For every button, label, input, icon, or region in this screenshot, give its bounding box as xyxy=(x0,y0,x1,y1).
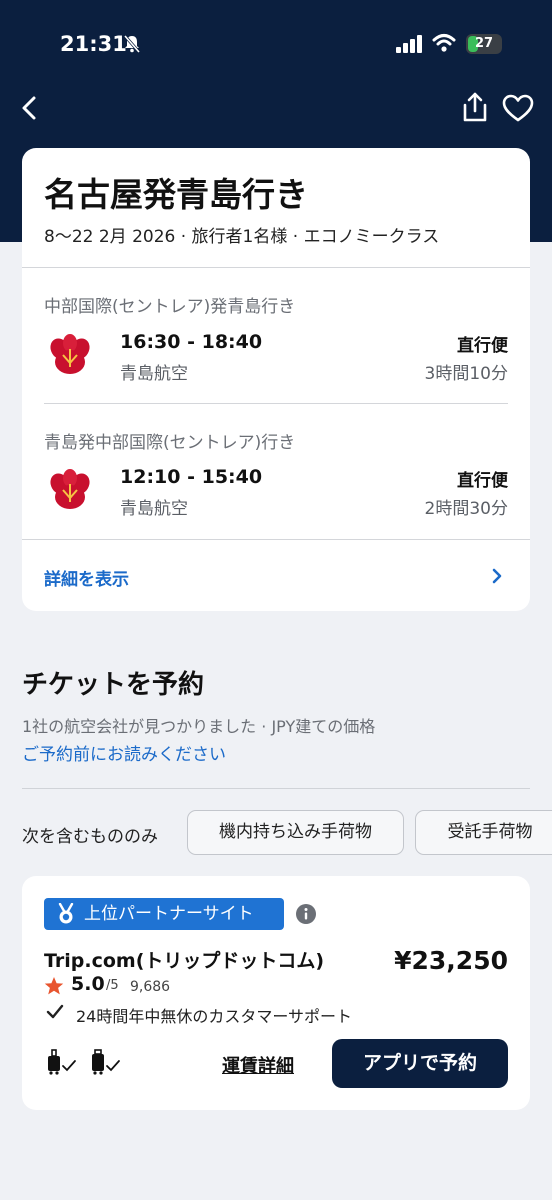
filter-chip-checked-baggage[interactable]: 受託手荷物 xyxy=(415,810,552,855)
chevron-right-icon[interactable] xyxy=(490,567,504,585)
status-bar: 21:31 27 xyxy=(0,0,552,80)
divider xyxy=(22,539,530,540)
divider xyxy=(22,267,530,268)
cellular-signal-icon xyxy=(396,35,422,53)
wifi-icon xyxy=(432,34,456,52)
airline-logo-icon xyxy=(50,469,90,509)
return-duration: 2時間30分 xyxy=(424,499,508,519)
price: ¥23,250 xyxy=(394,946,508,975)
medal-icon xyxy=(58,903,74,924)
fare-details-link[interactable]: 運賃詳細 xyxy=(222,1052,294,1078)
top-partner-label: 上位パートナーサイト xyxy=(84,904,254,924)
back-arrow-icon[interactable] xyxy=(16,92,44,124)
status-time: 21:31 xyxy=(60,32,127,56)
offer-card[interactable]: 上位パートナーサイト Trip.com(トリップドットコム) ¥23,250 5… xyxy=(22,876,530,1110)
return-leg-title: 青島発中部国際(セントレア)行き xyxy=(44,433,296,453)
trip-meta: 8〜22 2月 2026 · 旅行者1名様 · エコノミークラス xyxy=(44,227,440,247)
review-count: 9,686 xyxy=(130,979,171,995)
top-partner-badge: 上位パートナーサイト xyxy=(44,898,284,930)
filter-label: 次を含むもののみ xyxy=(22,827,158,847)
booking-subtitle: 1社の航空会社が見つかりました · JPY建ての価格 xyxy=(22,717,376,736)
read-before-booking-link[interactable]: ご予約前にお読みください xyxy=(22,740,226,765)
info-icon[interactable] xyxy=(296,904,316,924)
star-icon xyxy=(44,977,64,995)
rating-value: 5.0 xyxy=(71,973,105,995)
return-times: 12:10 - 15:40 xyxy=(120,466,263,488)
carry-on-bag-included-icon xyxy=(48,1049,76,1075)
outbound-duration: 3時間10分 xyxy=(424,364,508,384)
favorite-heart-icon[interactable] xyxy=(502,94,534,122)
vendor-name: Trip.com(トリップドットコム) xyxy=(44,950,325,972)
divider xyxy=(22,788,530,789)
rating-max: /5 xyxy=(106,978,119,993)
battery-level: 27 xyxy=(474,36,494,51)
share-icon[interactable] xyxy=(460,90,490,124)
return-flight-type: 直行便 xyxy=(457,471,508,491)
itinerary-summary-card: 名古屋発青島行き 8〜22 2月 2026 · 旅行者1名様 · エコノミークラ… xyxy=(22,148,530,611)
outbound-flight-type: 直行便 xyxy=(457,336,508,356)
checked-bag-included-icon xyxy=(92,1049,120,1075)
outbound-leg-title: 中部国際(セントレア)発青島行き xyxy=(44,297,296,317)
page-title: 名古屋発青島行き xyxy=(44,175,308,214)
checkmark-icon xyxy=(46,1004,64,1019)
show-details-link[interactable]: 詳細を表示 xyxy=(44,565,129,590)
booking-section-title: チケットを予約 xyxy=(22,670,205,700)
silent-mode-icon xyxy=(123,35,141,53)
outbound-airline: 青島航空 xyxy=(120,364,188,384)
book-in-app-button[interactable]: アプリで予約 xyxy=(332,1039,508,1088)
airline-logo-icon xyxy=(50,334,90,374)
filter-chip-carry-on-baggage[interactable]: 機内持ち込み手荷物 xyxy=(187,810,404,855)
battery-indicator: 27 xyxy=(466,34,502,54)
return-airline: 青島航空 xyxy=(120,499,188,519)
divider xyxy=(44,403,508,404)
support-feature: 24時間年中無休のカスタマーサポート xyxy=(76,1007,353,1026)
outbound-times: 16:30 - 18:40 xyxy=(120,331,263,353)
